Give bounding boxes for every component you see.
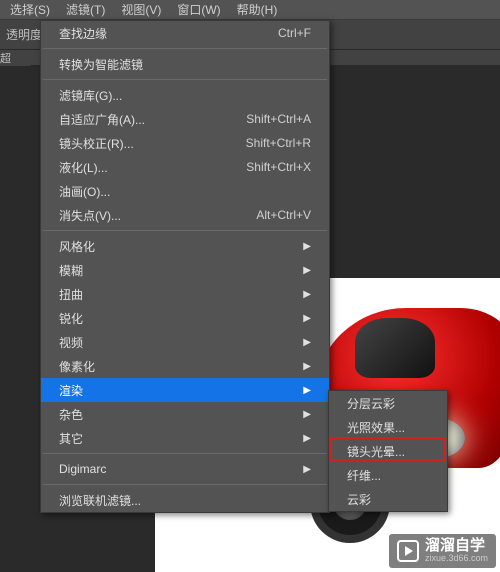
menu-item-pixelate[interactable]: 像素化 ▶ bbox=[41, 354, 329, 378]
chevron-right-icon: ▶ bbox=[303, 289, 311, 300]
submenu-item-fibers[interactable]: 纤维... bbox=[329, 463, 447, 487]
menu-separator bbox=[43, 484, 327, 485]
play-icon bbox=[397, 540, 419, 562]
menu-item-sharpen[interactable]: 锐化 ▶ bbox=[41, 306, 329, 330]
menu-shortcut: Ctrl+F bbox=[278, 26, 311, 40]
menu-label: 其它 bbox=[59, 430, 83, 447]
menu-label: 转换为智能滤镜 bbox=[59, 56, 143, 73]
chevron-right-icon: ▶ bbox=[303, 313, 311, 324]
menu-item-browse-online[interactable]: 浏览联机滤镜... bbox=[41, 488, 329, 512]
menu-item-other[interactable]: 其它 ▶ bbox=[41, 426, 329, 450]
menu-label: 杂色 bbox=[59, 406, 83, 423]
menu-shortcut: Shift+Ctrl+R bbox=[246, 136, 311, 150]
menu-window[interactable]: 窗口(W) bbox=[169, 0, 228, 20]
menu-label: 油画(O)... bbox=[59, 183, 110, 200]
menu-label: Digimarc bbox=[59, 462, 106, 476]
menu-separator bbox=[43, 230, 327, 231]
menu-label: 浏览联机滤镜... bbox=[59, 492, 141, 509]
menu-shortcut: Shift+Ctrl+A bbox=[246, 112, 311, 126]
menu-label: 渲染 bbox=[59, 382, 83, 399]
menu-item-video[interactable]: 视频 ▶ bbox=[41, 330, 329, 354]
car-window bbox=[355, 318, 435, 378]
menu-shortcut: Alt+Ctrl+V bbox=[256, 208, 311, 222]
watermark: 溜溜自学 zixue.3d66.com bbox=[389, 534, 496, 568]
menu-item-vanishing-point[interactable]: 消失点(V)... Alt+Ctrl+V bbox=[41, 203, 329, 227]
menu-filter[interactable]: 滤镜(T) bbox=[58, 0, 113, 20]
chevron-right-icon: ▶ bbox=[303, 385, 311, 396]
menu-help[interactable]: 帮助(H) bbox=[229, 0, 286, 20]
menu-view[interactable]: 视图(V) bbox=[113, 0, 169, 20]
render-submenu: 分层云彩 光照效果... 镜头光晕... 纤维... 云彩 bbox=[328, 390, 448, 512]
chevron-right-icon: ▶ bbox=[303, 433, 311, 444]
watermark-url: zixue.3d66.com bbox=[425, 554, 488, 564]
menu-item-oil-paint[interactable]: 油画(O)... bbox=[41, 179, 329, 203]
menu-item-render[interactable]: 渲染 ▶ bbox=[41, 378, 329, 402]
menu-item-lens-correction[interactable]: 镜头校正(R)... Shift+Ctrl+R bbox=[41, 131, 329, 155]
menu-label: 锐化 bbox=[59, 310, 83, 327]
menu-label: 液化(L)... bbox=[59, 159, 108, 176]
menu-item-liquify[interactable]: 液化(L)... Shift+Ctrl+X bbox=[41, 155, 329, 179]
menu-label: 光照效果... bbox=[347, 419, 405, 436]
menu-separator bbox=[43, 79, 327, 80]
filter-menu: 查找边缘 Ctrl+F 转换为智能滤镜 滤镜库(G)... 自适应广角(A)..… bbox=[40, 20, 330, 513]
watermark-title: 溜溜自学 bbox=[425, 538, 488, 555]
super-label: 超 bbox=[0, 50, 11, 66]
menu-label: 纤维... bbox=[347, 467, 381, 484]
submenu-item-lighting-effects[interactable]: 光照效果... bbox=[329, 415, 447, 439]
submenu-item-clouds[interactable]: 云彩 bbox=[329, 487, 447, 511]
menu-item-digimarc[interactable]: Digimarc ▶ bbox=[41, 457, 329, 481]
menu-label: 查找边缘 bbox=[59, 25, 107, 42]
menu-item-distort[interactable]: 扭曲 ▶ bbox=[41, 282, 329, 306]
menu-label: 视频 bbox=[59, 334, 83, 351]
menu-item-stylize[interactable]: 风格化 ▶ bbox=[41, 234, 329, 258]
menubar: 选择(S) 滤镜(T) 视图(V) 窗口(W) 帮助(H) bbox=[0, 0, 500, 20]
chevron-right-icon: ▶ bbox=[303, 241, 311, 252]
menu-label: 扭曲 bbox=[59, 286, 83, 303]
menu-label: 滤镜库(G)... bbox=[59, 87, 122, 104]
menu-label: 分层云彩 bbox=[347, 395, 395, 412]
toolbar-left: 超 bbox=[0, 50, 30, 66]
menu-item-noise[interactable]: 杂色 ▶ bbox=[41, 402, 329, 426]
chevron-right-icon: ▶ bbox=[303, 361, 311, 372]
menu-label: 云彩 bbox=[347, 491, 371, 508]
menu-shortcut: Shift+Ctrl+X bbox=[246, 160, 311, 174]
menu-item-filter-gallery[interactable]: 滤镜库(G)... bbox=[41, 83, 329, 107]
menu-label: 模糊 bbox=[59, 262, 83, 279]
submenu-item-difference-clouds[interactable]: 分层云彩 bbox=[329, 391, 447, 415]
menu-separator bbox=[43, 48, 327, 49]
menu-label: 镜头校正(R)... bbox=[59, 135, 134, 152]
chevron-right-icon: ▶ bbox=[303, 464, 311, 475]
menu-label: 风格化 bbox=[59, 238, 95, 255]
chevron-right-icon: ▶ bbox=[303, 409, 311, 420]
menu-select[interactable]: 选择(S) bbox=[2, 0, 58, 20]
chevron-right-icon: ▶ bbox=[303, 265, 311, 276]
menu-item-find-edges[interactable]: 查找边缘 Ctrl+F bbox=[41, 21, 329, 45]
submenu-item-lens-flare[interactable]: 镜头光晕... bbox=[329, 439, 447, 463]
menu-label: 消失点(V)... bbox=[59, 207, 121, 224]
menu-item-adaptive-wide[interactable]: 自适应广角(A)... Shift+Ctrl+A bbox=[41, 107, 329, 131]
menu-label: 自适应广角(A)... bbox=[59, 111, 145, 128]
menu-item-convert-smart[interactable]: 转换为智能滤镜 bbox=[41, 52, 329, 76]
menu-label: 镜头光晕... bbox=[347, 443, 405, 460]
menu-item-blur[interactable]: 模糊 ▶ bbox=[41, 258, 329, 282]
chevron-right-icon: ▶ bbox=[303, 337, 311, 348]
menu-separator bbox=[43, 453, 327, 454]
menu-label: 像素化 bbox=[59, 358, 95, 375]
